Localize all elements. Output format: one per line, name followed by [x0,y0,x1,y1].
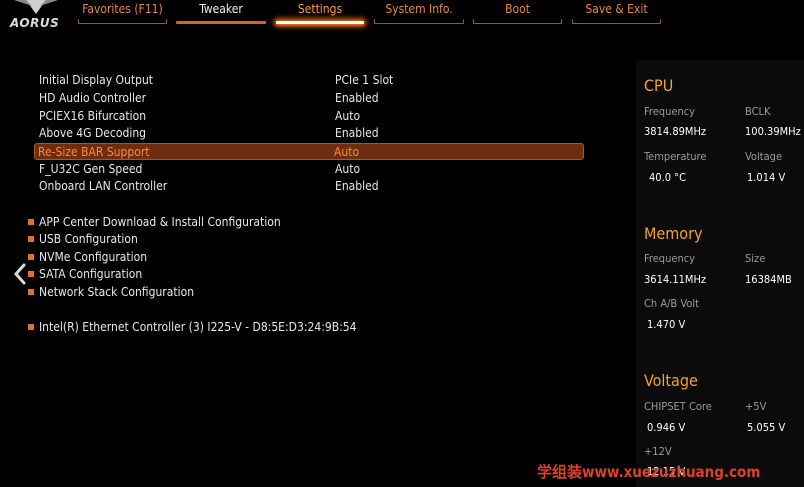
cpu-temperature-label: Temperature [644,150,707,163]
cpu-bclk-value: 100.39MHz [745,125,801,138]
bullet-icon [28,324,34,330]
memory-frequency-label: Frequency [644,252,696,265]
cpu-voltage-label: Voltage [745,150,783,163]
bullet-icon [28,289,34,295]
setting-label: HD Audio Controller [39,91,147,105]
setting-value: Enabled [335,179,379,193]
submenu-app-center[interactable]: APP Center Download & Install Configurat… [28,214,281,231]
cpu-temperature-value: 40.0 °C [649,171,687,184]
tab-tweaker[interactable]: Tweaker [176,0,266,26]
tab-boot[interactable]: Boot [473,0,562,26]
setting-value: Enabled [335,91,379,105]
setting-label: PCIEX16 Bifurcation [39,109,147,123]
setting-label: Re-Size BAR Support [38,145,150,159]
setting-hd-audio-controller[interactable]: HD Audio Controller Enabled [34,90,584,107]
setting-label: Onboard LAN Controller [39,179,168,193]
memory-volt-label: Ch A/B Volt [644,297,699,310]
bullet-icon [28,236,34,242]
plus5v-label: +5V [745,400,767,413]
tab-boot-label: Boot [505,2,530,16]
cpu-title: CPU [644,76,674,95]
memory-size-value: 16384MB [745,273,792,286]
setting-label: F_U32C Gen Speed [39,162,143,176]
voltage-title: Voltage [644,371,698,390]
back-chevron-icon[interactable] [13,262,27,286]
tab-system-info-label: System Info. [385,2,453,16]
cpu-voltage-value: 1.014 V [747,171,786,184]
setting-onboard-lan-controller[interactable]: Onboard LAN Controller Enabled [34,178,584,195]
submenu-intel-ethernet[interactable]: Intel(R) Ethernet Controller (3) I225-V … [28,319,356,336]
setting-label: Initial Display Output [39,73,154,87]
submenu-network-stack[interactable]: Network Stack Configuration [28,284,194,301]
memory-size-label: Size [745,252,766,265]
submenu-label: USB Configuration [39,232,138,246]
setting-initial-display-output[interactable]: Initial Display Output PCIe 1 Slot [34,72,584,89]
chipset-core-label: CHIPSET Core [644,400,712,413]
setting-label: Above 4G Decoding [39,126,147,140]
submenu-sata-configuration[interactable]: SATA Configuration [28,266,142,283]
tab-save-exit[interactable]: Save & Exit [572,0,661,26]
submenu-usb-configuration[interactable]: USB Configuration [28,231,138,248]
bullet-icon [28,219,34,225]
tab-favorites-label: Favorites (F11) [82,2,163,16]
cpu-frequency-value: 3814.89MHz [644,125,707,138]
plus12v-label: +12V [644,445,672,458]
submenu-label: Intel(R) Ethernet Controller (3) I225-V … [39,320,357,334]
plus5v-value: 5.055 V [747,421,786,434]
setting-above-4g-decoding[interactable]: Above 4G Decoding Enabled [34,125,584,142]
cpu-bclk-label: BCLK [745,105,771,118]
tab-settings-label: Settings [297,2,343,16]
setting-value: PCIe 1 Slot [335,73,394,87]
setting-value: Auto [335,162,361,176]
setting-value: Auto [335,109,361,123]
setting-value: Auto [334,145,360,159]
top-menu-bar: AORUS Favorites (F11) Tweaker Settings S… [0,0,804,30]
tab-system-info[interactable]: System Info. [374,0,464,26]
submenu-label: NVMe Configuration [39,250,148,264]
watermark-text: 学组装www.xuezuzhuang.com [537,463,761,481]
brand-name: AORUS [10,16,60,30]
submenu-nvme-configuration[interactable]: NVMe Configuration [28,249,147,266]
tab-save-exit-label: Save & Exit [585,2,648,16]
memory-volt-value: 1.470 V [647,318,686,331]
submenu-label: SATA Configuration [39,267,143,281]
setting-pciex16-bifurcation[interactable]: PCIEX16 Bifurcation Auto [34,108,584,125]
submenu-label: APP Center Download & Install Configurat… [39,215,281,229]
chipset-core-value: 0.946 V [647,421,686,434]
tab-favorites[interactable]: Favorites (F11) [78,0,167,26]
setting-value: Enabled [335,126,379,140]
tab-tweaker-label: Tweaker [199,2,243,16]
submenu-label: Network Stack Configuration [39,285,195,299]
tab-settings[interactable]: Settings [276,0,364,26]
bullet-icon [28,254,34,260]
setting-resize-bar-support[interactable]: Re-Size BAR Support Auto [34,143,584,160]
cpu-frequency-label: Frequency [644,105,696,118]
memory-title: Memory [644,224,703,243]
memory-frequency-value: 3614.11MHz [644,273,707,286]
bullet-icon [28,271,34,277]
setting-f-u32c-gen-speed[interactable]: F_U32C Gen Speed Auto [34,161,584,178]
